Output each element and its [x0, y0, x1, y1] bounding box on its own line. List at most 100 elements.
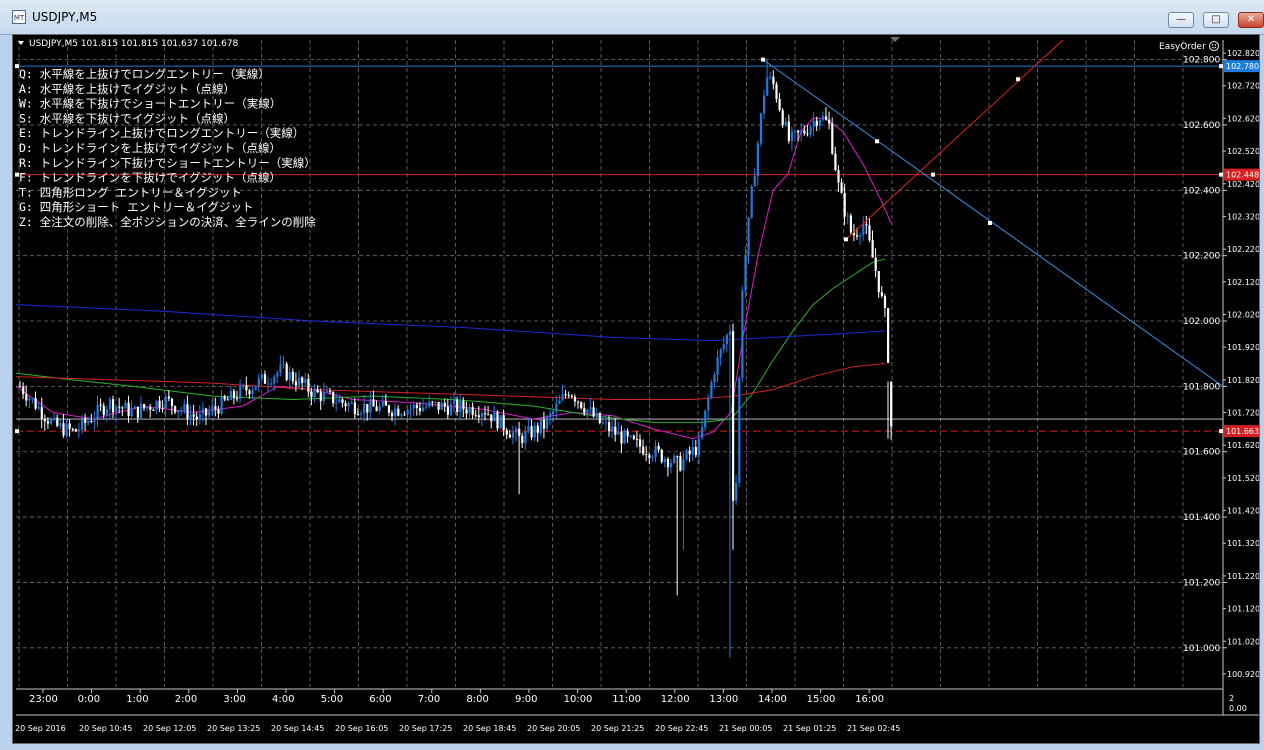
line-anchor-handle[interactable] [15, 429, 19, 434]
candle-body [189, 414, 192, 419]
candle-body [763, 95, 766, 114]
trend-anchor-handle[interactable] [875, 139, 879, 144]
price-minor-label: 101.220 [1227, 572, 1259, 581]
candle-body [174, 406, 177, 413]
shortcut-legend-line: W: 水平線を下抜けでショートエントリー（実線） [19, 97, 281, 111]
line-anchor-handle[interactable] [1219, 429, 1223, 434]
candle-body [387, 405, 391, 413]
candle-body [214, 406, 217, 410]
maximize-button[interactable]: □ [1203, 12, 1229, 28]
candle-body [434, 401, 437, 403]
date-label: 20 Sep 12:05 [143, 724, 196, 733]
candle-body [691, 447, 694, 455]
candle-body [155, 400, 158, 411]
chart-shift-marker[interactable] [890, 37, 900, 42]
candle-body [883, 296, 887, 309]
candle-body [105, 409, 108, 415]
candle-body [205, 408, 208, 416]
trend-anchor-handle[interactable] [988, 220, 992, 225]
price-major-label: 101.400 [1183, 513, 1220, 523]
candle-body [694, 447, 697, 455]
candle-body [112, 399, 115, 413]
shortcut-legend-line: E: トレンドライン上抜けでロングエントリー（実線） [19, 126, 304, 140]
candle-body [332, 391, 335, 404]
trend-anchor-handle[interactable] [761, 57, 765, 62]
price-minor-label: 101.720 [1227, 409, 1259, 418]
candle-body [648, 454, 651, 459]
close-button[interactable]: ✕ [1238, 12, 1264, 28]
candle-body [871, 240, 874, 258]
candle-body [530, 426, 533, 438]
candle-body [515, 428, 518, 433]
candle-body [685, 450, 688, 460]
candle-body [372, 399, 375, 407]
candle-body [766, 77, 769, 96]
candle-body [251, 389, 254, 395]
candle-body [732, 331, 735, 501]
chart-window[interactable]: 102.800 102.600 102.400 102.200 102.000 101.8… [12, 34, 1260, 744]
candle-body [325, 391, 329, 393]
candle-body [53, 417, 56, 420]
price-minor-label: 102.020 [1227, 310, 1259, 319]
candle-body [25, 394, 28, 401]
candle-body [533, 425, 536, 438]
symbol-quote-line: USDJPY,M5 101.815 101.815 101.637 101.67… [29, 39, 239, 49]
candle-body [149, 406, 152, 410]
candle-body [260, 374, 263, 379]
trend-anchor-handle[interactable] [931, 172, 935, 177]
candle-body [341, 399, 344, 403]
candle-body [143, 404, 146, 409]
time-label: 23:00 [29, 694, 58, 705]
candle-body [642, 446, 645, 455]
shortcut-legend-line: D: トレンドラインを上抜けでイグジット（点線） [19, 141, 281, 155]
candle-body [546, 417, 549, 429]
candle-body [378, 405, 381, 411]
price-minor-label: 102.520 [1227, 147, 1259, 156]
minimize-button[interactable]: — [1168, 12, 1194, 28]
candle-body [490, 414, 493, 422]
candle-body [818, 120, 821, 126]
line-anchor-handle[interactable] [1219, 172, 1223, 177]
candle-body [273, 376, 276, 384]
candle-body [59, 423, 62, 426]
date-label: 20 Sep 21:25 [591, 724, 644, 733]
candle-body [527, 426, 530, 432]
candle-body [74, 429, 77, 432]
price-minor-label: 101.920 [1227, 343, 1259, 352]
candle-body [301, 377, 304, 384]
candle-body [440, 402, 443, 410]
candle-body [812, 120, 815, 127]
candle-body [350, 402, 353, 404]
candle-body [267, 383, 270, 385]
candle-body [183, 404, 186, 411]
candle-body [381, 400, 384, 406]
candle-body [257, 378, 260, 387]
trend-anchor-handle[interactable] [1016, 77, 1020, 82]
candle-body [363, 404, 366, 414]
candle-body [329, 391, 332, 393]
trend-line-down[interactable] [762, 59, 1224, 387]
candle-body [502, 414, 505, 431]
window-titlebar[interactable]: MT USDJPY,M5 — □ ✕ [0, 0, 1264, 35]
trend-anchor-handle[interactable] [844, 237, 848, 242]
candle-body [825, 116, 828, 120]
time-label: 9:00 [515, 694, 537, 705]
smiley-icon [1209, 41, 1219, 51]
candle-body [800, 130, 803, 133]
candle-body [555, 403, 558, 412]
candle-body [102, 405, 105, 415]
candle-body [809, 126, 812, 135]
candle-body [487, 414, 490, 416]
price-chart[interactable]: 102.800 102.600 102.400 102.200 102.000 101.8… [13, 35, 1260, 743]
candle-body [794, 130, 797, 132]
candle-body [635, 438, 639, 440]
candle-body [784, 121, 787, 126]
maximize-icon: □ [1211, 14, 1221, 25]
candle-body [192, 414, 195, 417]
candle-body [663, 459, 666, 462]
candle-body [443, 402, 446, 407]
candle-body [127, 402, 130, 417]
candle-body [570, 395, 573, 397]
price-major-label: 101.200 [1183, 578, 1220, 588]
candle-body [356, 414, 360, 416]
